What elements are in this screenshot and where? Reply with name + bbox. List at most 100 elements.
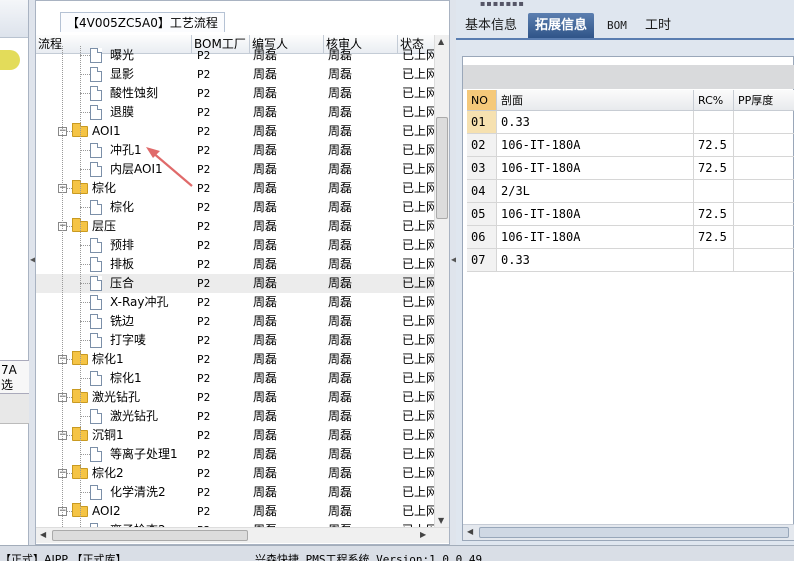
cell-section[interactable]: 106-IT-180A [497,157,694,179]
tree-folder-row[interactable]: − 棕化2 P2 周磊 周磊 已上网 [36,464,434,483]
tab-work-hours[interactable]: 工时 [638,13,678,38]
cell-rc[interactable]: 72.5 [694,157,734,179]
cell-rc[interactable]: 72.5 [694,226,734,248]
process-name: 棕化 [110,200,135,214]
process-name: 棕化 [92,181,117,195]
cell-no[interactable]: 07 [467,249,497,271]
process-name: X-Ray冲孔 [110,295,169,309]
tree-vscroll-thumb[interactable] [436,117,448,219]
cell-section[interactable]: 0.33 [497,249,694,271]
cell-reviewer: 周磊 [328,504,353,518]
cell-section[interactable]: 106-IT-180A [497,203,694,225]
col-header-rc[interactable]: RC% [694,90,734,111]
tree-folder-row[interactable]: − 激光钻孔 P2 周磊 周磊 已上网 [36,388,434,407]
cell-no[interactable]: 03 [467,157,497,179]
scroll-right-icon[interactable]: ▶ [420,530,426,539]
cell-rc[interactable]: 72.5 [694,134,734,156]
tree-folder-row[interactable]: − 沉铜1 P2 周磊 周磊 已上网 [36,426,434,445]
cell-pp-thickness[interactable] [734,180,794,202]
tree-row[interactable]: 棕化1 P2 周磊 周磊 已上网 [36,369,434,388]
drag-grip-icon[interactable]: ▪▪▪▪▪▪▪ [480,0,530,8]
tree-row[interactable]: 等离子处理1 P2 周磊 周磊 已上网 [36,445,434,464]
cell-pp-thickness[interactable] [734,203,794,225]
tree-horizontal-scrollbar[interactable]: ◀ ▶ [36,527,449,543]
tree-row[interactable]: 冲孔1 P2 周磊 周磊 已上网 [36,141,434,160]
tree-row[interactable]: 内层AOI1 P2 周磊 周磊 已上网 [36,160,434,179]
tree-folder-row[interactable]: − 棕化1 P2 周磊 周磊 已上网 [36,350,434,369]
detail-horizontal-scrollbar[interactable]: ◀ [463,524,794,540]
extended-info-row[interactable]: 03 106-IT-180A 72.5 [467,157,794,180]
tree-row[interactable]: 酸性蚀刻 P2 周磊 周磊 已上网 [36,84,434,103]
cell-status: 已上网 [402,162,434,176]
extended-info-row[interactable]: 07 0.33 [467,249,794,272]
tree-row[interactable]: 退膜 P2 周磊 周磊 已上网 [36,103,434,122]
cell-rc[interactable] [694,180,734,202]
document-icon [90,143,102,158]
chat-bubble-icon[interactable] [0,50,20,70]
tree-row[interactable]: 预排 P2 周磊 周磊 已上网 [36,236,434,255]
cell-bom-factory: P2 [197,410,211,423]
cell-pp-thickness[interactable] [734,111,794,133]
cell-rc[interactable] [694,111,734,133]
tree-folder-row[interactable]: − 层压 P2 周磊 周磊 已上网 [36,217,434,236]
cell-reviewer: 周磊 [328,219,353,233]
cell-section[interactable]: 106-IT-180A [497,226,694,248]
tree-row[interactable]: 压合 P2 周磊 周磊 已上网 [36,274,434,293]
cell-pp-thickness[interactable] [734,134,794,156]
tab-extended-info[interactable]: 拓展信息 [528,13,595,38]
tree-hscroll-thumb[interactable] [52,530,248,541]
extended-info-row[interactable]: 04 2/3L [467,180,794,203]
cell-writer: 周磊 [253,162,278,176]
extended-info-row[interactable]: 01 0.33 [467,111,794,134]
tree-row[interactable]: X-Ray冲孔 P2 周磊 周磊 已上网 [36,293,434,312]
cell-pp-thickness[interactable] [734,157,794,179]
cell-section[interactable]: 106-IT-180A [497,134,694,156]
tab-underline [456,38,794,40]
cell-no[interactable]: 04 [467,180,497,202]
left-code-cell[interactable]: 7A 选 [0,360,29,394]
cell-status: 已上网 [402,276,434,290]
tree-folder-row[interactable]: − AOI2 P2 周磊 周磊 已上网 [36,502,434,521]
cell-section[interactable]: 0.33 [497,111,694,133]
cell-reviewer: 周磊 [328,352,353,366]
tab-bom[interactable]: BOM [600,13,634,38]
cell-rc[interactable]: 72.5 [694,203,734,225]
extended-info-row[interactable]: 02 106-IT-180A 72.5 [467,134,794,157]
cell-no[interactable]: 06 [467,226,497,248]
tree-folder-row[interactable]: − AOI1 P2 周磊 周磊 已上网 [36,122,434,141]
col-header-pp-thickness[interactable]: PP厚度 [734,90,794,111]
cell-no[interactable]: 01 [467,111,497,133]
cell-bom-factory: P2 [197,429,211,442]
tree-row[interactable]: 铣边 P2 周磊 周磊 已上网 [36,312,434,331]
scroll-down-icon[interactable]: ▼ [438,516,444,525]
tree-row[interactable]: 打字唛 P2 周磊 周磊 已上网 [36,331,434,350]
tree-row[interactable]: 排板 P2 周磊 周磊 已上网 [36,255,434,274]
cell-writer: 周磊 [253,295,278,309]
cell-no[interactable]: 02 [467,134,497,156]
tree-folder-row[interactable]: − 棕化 P2 周磊 周磊 已上网 [36,179,434,198]
detail-hscroll-thumb[interactable] [479,527,789,538]
scroll-left-icon[interactable]: ◀ [40,530,46,539]
tree-row[interactable]: 化学清洗2 P2 周磊 周磊 已上网 [36,483,434,502]
extended-info-row[interactable]: 06 106-IT-180A 72.5 [467,226,794,249]
scroll-left-icon[interactable]: ◀ [467,527,473,536]
tab-basic-info[interactable]: 基本信息 [458,13,524,38]
cell-reviewer: 周磊 [328,276,353,290]
process-name: 化学清洗2 [110,485,166,499]
cell-writer: 周磊 [253,67,278,81]
col-header-section[interactable]: 剖面 [497,90,694,111]
tree-vertical-scrollbar[interactable]: ▲ ▼ [434,35,449,527]
cell-no[interactable]: 05 [467,203,497,225]
col-header-no[interactable]: NO [467,90,497,111]
extended-info-row[interactable]: 05 106-IT-180A 72.5 [467,203,794,226]
cell-pp-thickness[interactable] [734,249,794,271]
process-name: 棕化1 [92,352,124,366]
scroll-up-icon[interactable]: ▲ [438,37,444,46]
tree-row[interactable]: 激光钻孔 P2 周磊 周磊 已上网 [36,407,434,426]
tree-row[interactable]: 棕化 P2 周磊 周磊 已上网 [36,198,434,217]
cell-pp-thickness[interactable] [734,226,794,248]
tree-row[interactable]: 显影 P2 周磊 周磊 已上网 [36,65,434,84]
tree-row[interactable]: 曝光 P2 周磊 周磊 已上网 [36,46,434,65]
cell-rc[interactable] [694,249,734,271]
cell-section[interactable]: 2/3L [497,180,694,202]
